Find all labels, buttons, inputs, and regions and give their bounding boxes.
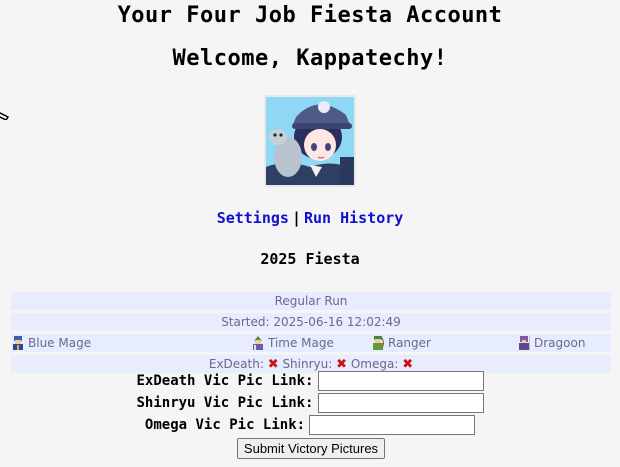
blue-mage-icon: [13, 336, 23, 350]
shinryu-vic-input[interactable]: [317, 393, 484, 413]
nav-separator: |: [291, 209, 301, 227]
job-label: Blue Mage: [28, 336, 92, 350]
dragoon-icon: [519, 336, 530, 350]
time-mage-icon: [253, 336, 263, 350]
omega-vic-row: Omega Vic Pic Link:: [0, 415, 620, 435]
boss-shinryu-label: Shinryu:: [282, 357, 333, 371]
welcome-heading: Welcome, Kappatechy!: [172, 46, 448, 71]
account-nav: Settings | Run History: [0, 209, 620, 227]
job-label: Ranger: [388, 336, 431, 350]
run-panel: Regular Run Started: 2025-06-16 12:02:49…: [11, 292, 611, 376]
job-blue-mage: Blue Mage: [11, 334, 91, 352]
ranger-icon: [373, 336, 384, 350]
page-title: Your Four Job Fiesta Account: [117, 3, 503, 28]
job-label: Dragoon: [534, 336, 586, 350]
run-started: Started: 2025-06-16 12:02:49: [11, 313, 611, 331]
omega-vic-label: Omega Vic Pic Link:: [144, 417, 306, 433]
avatar: [264, 95, 356, 187]
fiesta-title: 2025 Fiesta: [260, 250, 360, 268]
submit-victory-button[interactable]: Submit Victory Pictures: [237, 438, 385, 459]
cursor-edge-icon: [0, 112, 10, 120]
exdeath-fail-icon: ✖: [267, 357, 279, 372]
boss-exdeath-label: ExDeath:: [208, 357, 264, 371]
job-dragoon: Dragoon: [517, 334, 585, 352]
run-history-link[interactable]: Run History: [304, 209, 403, 227]
exdeath-vic-input[interactable]: [317, 371, 484, 391]
avatar-image: [266, 97, 354, 185]
job-time-mage: Time Mage: [251, 334, 334, 352]
exdeath-vic-row: ExDeath Vic Pic Link:: [0, 371, 620, 391]
omega-vic-input[interactable]: [309, 415, 476, 435]
run-type: Regular Run: [11, 292, 611, 310]
shinryu-fail-icon: ✖: [336, 357, 348, 372]
exdeath-vic-label: ExDeath Vic Pic Link:: [136, 373, 314, 389]
settings-link[interactable]: Settings: [217, 209, 289, 227]
shinryu-vic-label: Shinryu Vic Pic Link:: [136, 395, 314, 411]
boss-omega-label: Omega:: [350, 357, 399, 371]
shinryu-vic-row: Shinryu Vic Pic Link:: [0, 393, 620, 413]
jobs-row: Blue Mage Time Mage Ranger Dragoon: [11, 334, 611, 352]
omega-fail-icon: ✖: [402, 357, 414, 372]
job-label: Time Mage: [268, 336, 334, 350]
job-ranger: Ranger: [371, 334, 431, 352]
